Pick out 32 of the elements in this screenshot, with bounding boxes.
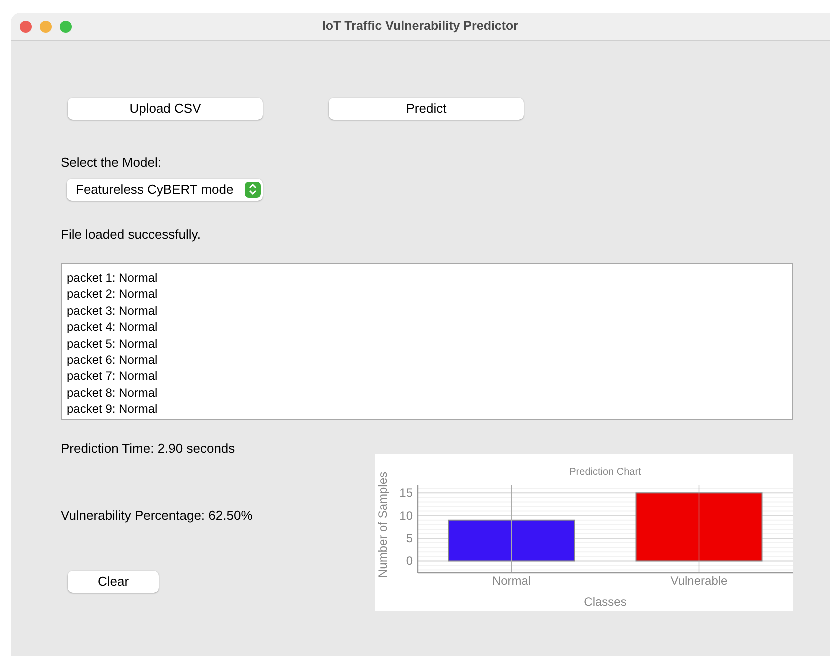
y-tick-label: 15 — [400, 486, 413, 500]
predict-button[interactable]: Predict — [329, 98, 524, 120]
vulnerability-percentage: Vulnerability Percentage: 62.50% — [61, 506, 254, 525]
result-line: packet 5: Normal — [67, 336, 159, 352]
model-label: Select the Model: — [61, 154, 162, 172]
x-tick-label: Normal — [492, 574, 532, 588]
close-icon[interactable] — [20, 20, 32, 32]
y-tick-label: 5 — [406, 532, 413, 546]
result-line: packet 1: Normal — [67, 270, 159, 286]
result-line: packet 3: Normal — [67, 302, 159, 320]
maximize-icon[interactable] — [60, 20, 72, 32]
model-select[interactable]: Featureless CyBERT mode — [67, 178, 263, 200]
x-axis-label: Classes — [584, 595, 627, 609]
prediction-time: Prediction Time: 2.90 seconds — [61, 440, 236, 458]
chart-title: Prediction Chart — [570, 467, 642, 478]
results-text-area[interactable]: packet 1: Normal packet 2: Normal packet 3: Normal packet 4: Normal packet 5: Normal packet 6: Normal packet 7: Normal packet 8: Normal packet 9: Normal — [61, 263, 793, 420]
minimize-icon[interactable] — [40, 20, 52, 32]
x-tick-label: Vulnerable — [670, 574, 728, 588]
result-line: packet 7: Normal — [67, 368, 159, 385]
clear-button[interactable]: Clear — [68, 570, 159, 593]
result-line: packet 8: Normal — [67, 384, 159, 402]
y-tick-label: 0 — [406, 554, 413, 568]
result-line: packet 6: Normal — [67, 352, 159, 368]
status-message: File loaded successfully. — [61, 226, 202, 244]
y-axis-label: Number of Samples — [376, 472, 390, 578]
result-line: packet 9: Normal — [67, 401, 159, 418]
window-title: IoT Traffic Vulnerability Predictor — [322, 18, 519, 36]
y-tick-label: 10 — [400, 508, 413, 523]
result-line: packet 4: Normal — [67, 319, 159, 336]
stepper-icon — [245, 182, 261, 198]
upload-csv-button[interactable]: Upload CSV — [68, 98, 263, 120]
result-line: packet 2: Normal — [67, 286, 159, 303]
